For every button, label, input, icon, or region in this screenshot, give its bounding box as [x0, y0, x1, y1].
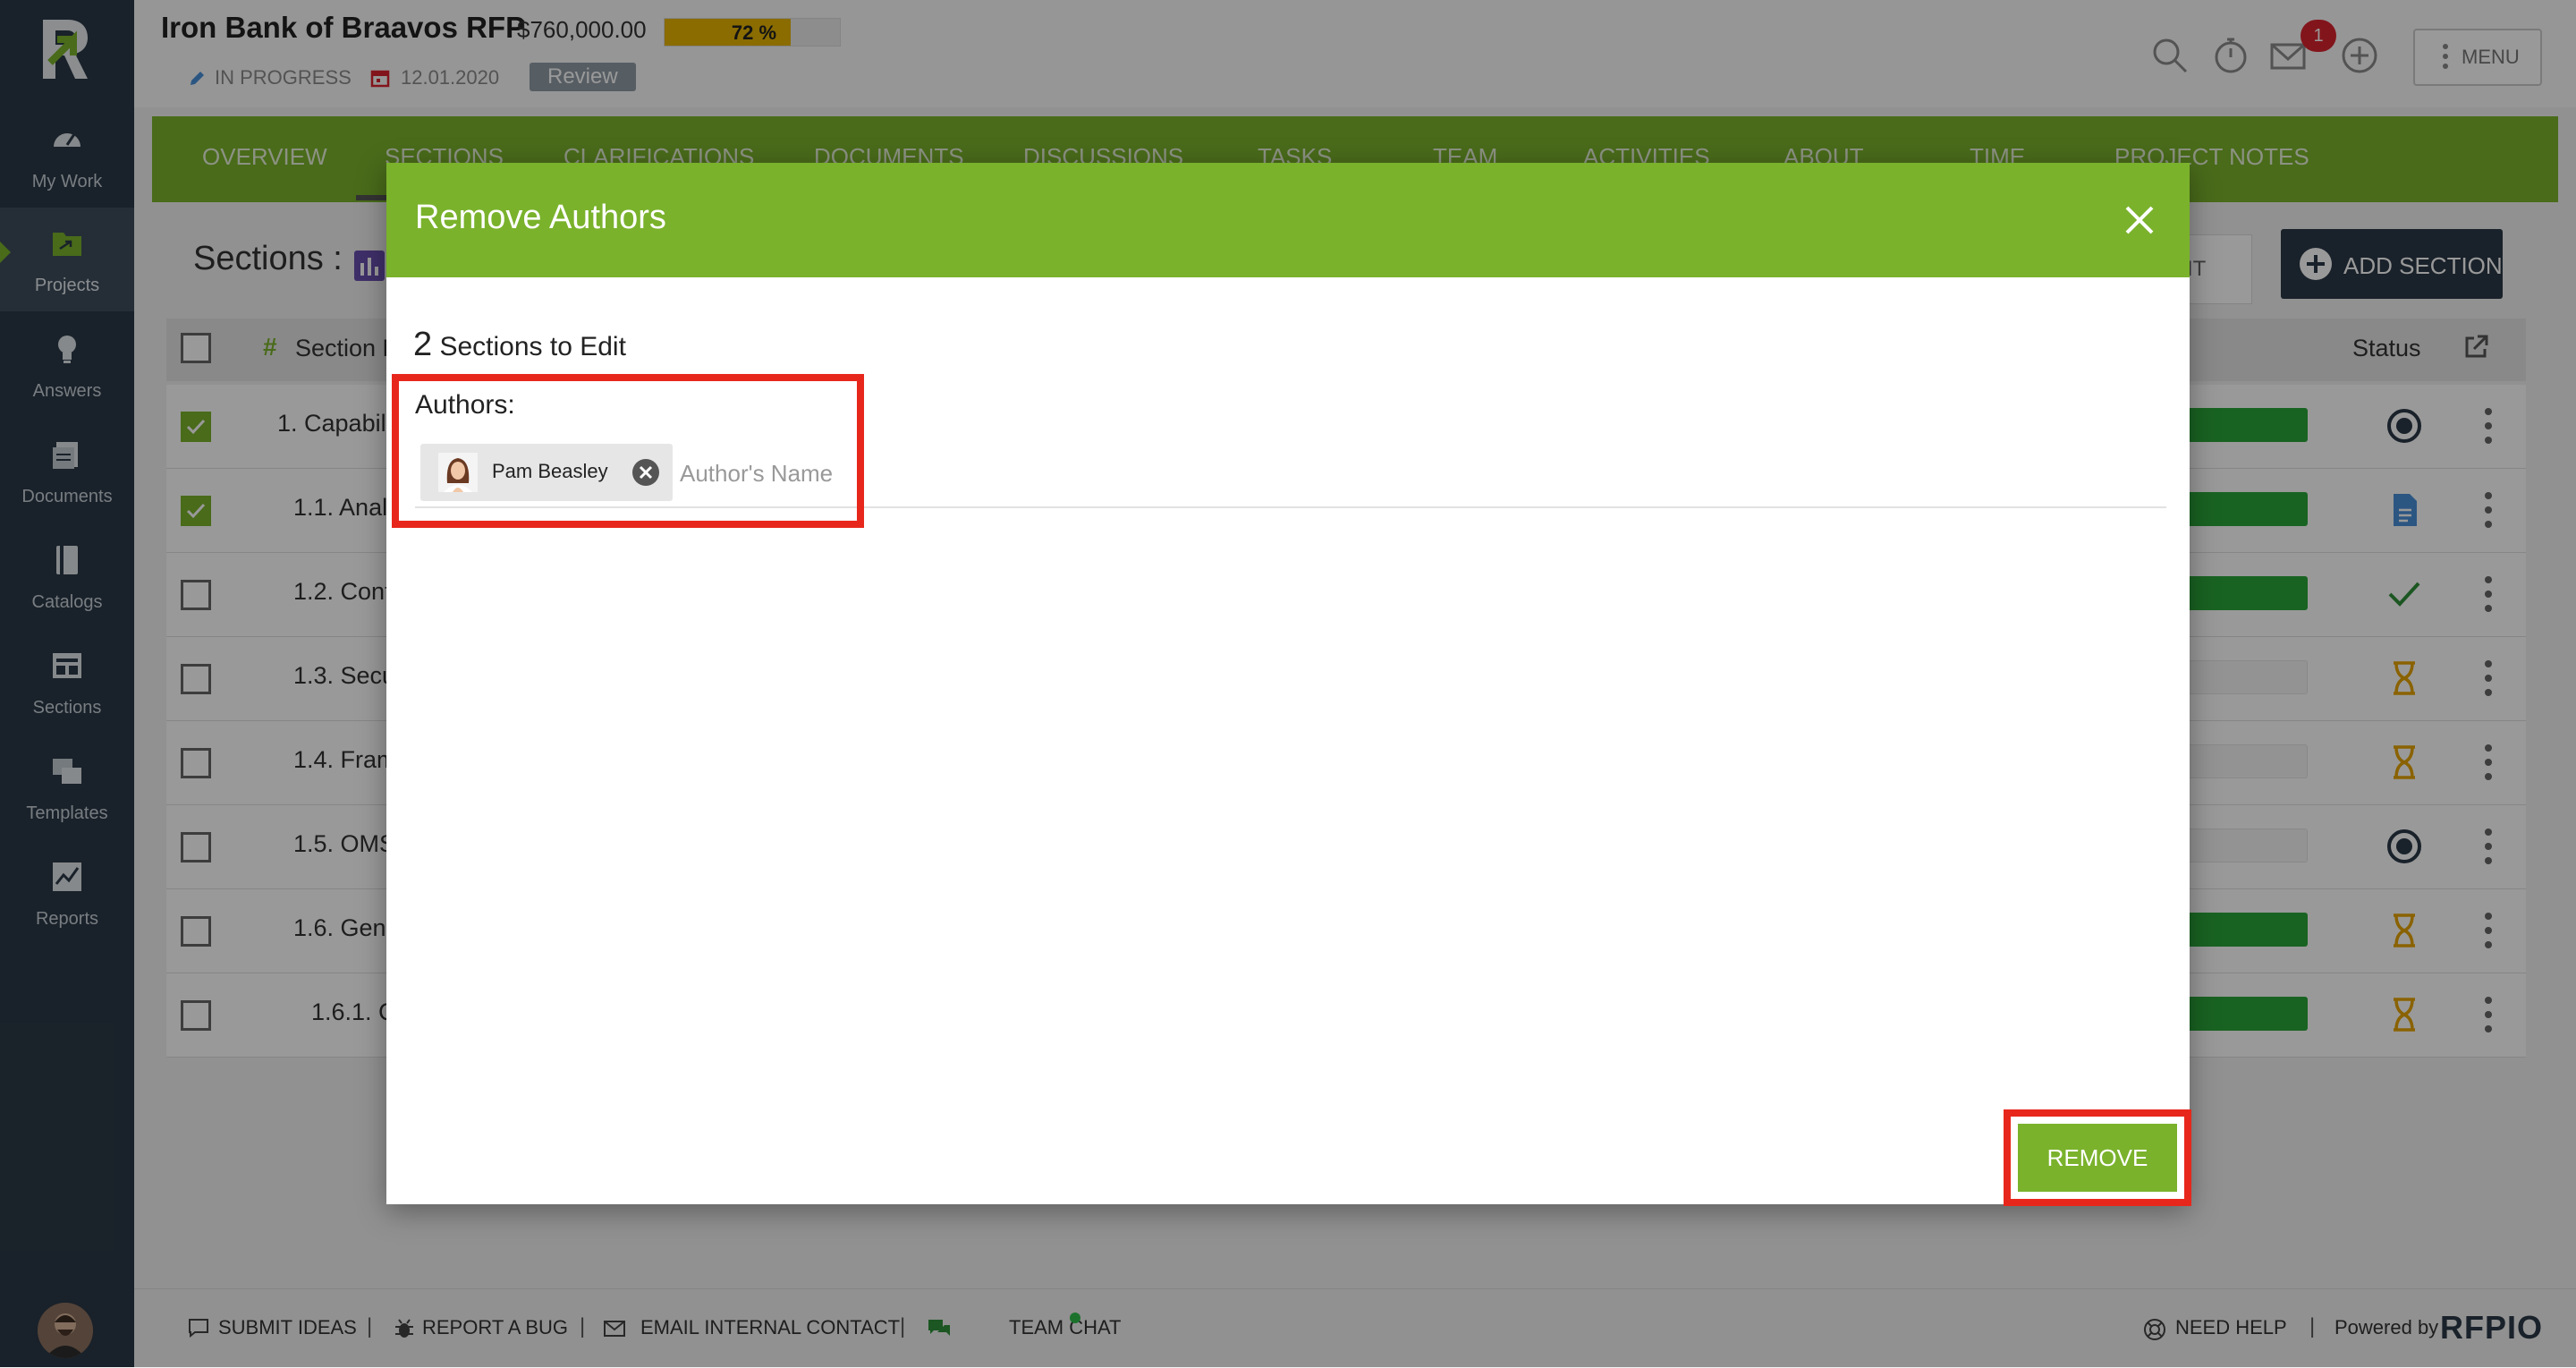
- section-count: 2: [413, 326, 433, 363]
- close-icon[interactable]: [2123, 204, 2156, 236]
- sections-to-edit-count: 2 Sections to Edit: [413, 326, 626, 364]
- authors-highlight-box: [392, 374, 864, 528]
- remove-button[interactable]: REMOVE: [2018, 1124, 2177, 1192]
- modal-header: Remove Authors: [386, 163, 2190, 277]
- modal-title: Remove Authors: [415, 199, 666, 236]
- section-count-label: Sections to Edit: [439, 332, 626, 361]
- remove-authors-modal: Remove Authors 2 Sections to Edit Author…: [386, 163, 2191, 1206]
